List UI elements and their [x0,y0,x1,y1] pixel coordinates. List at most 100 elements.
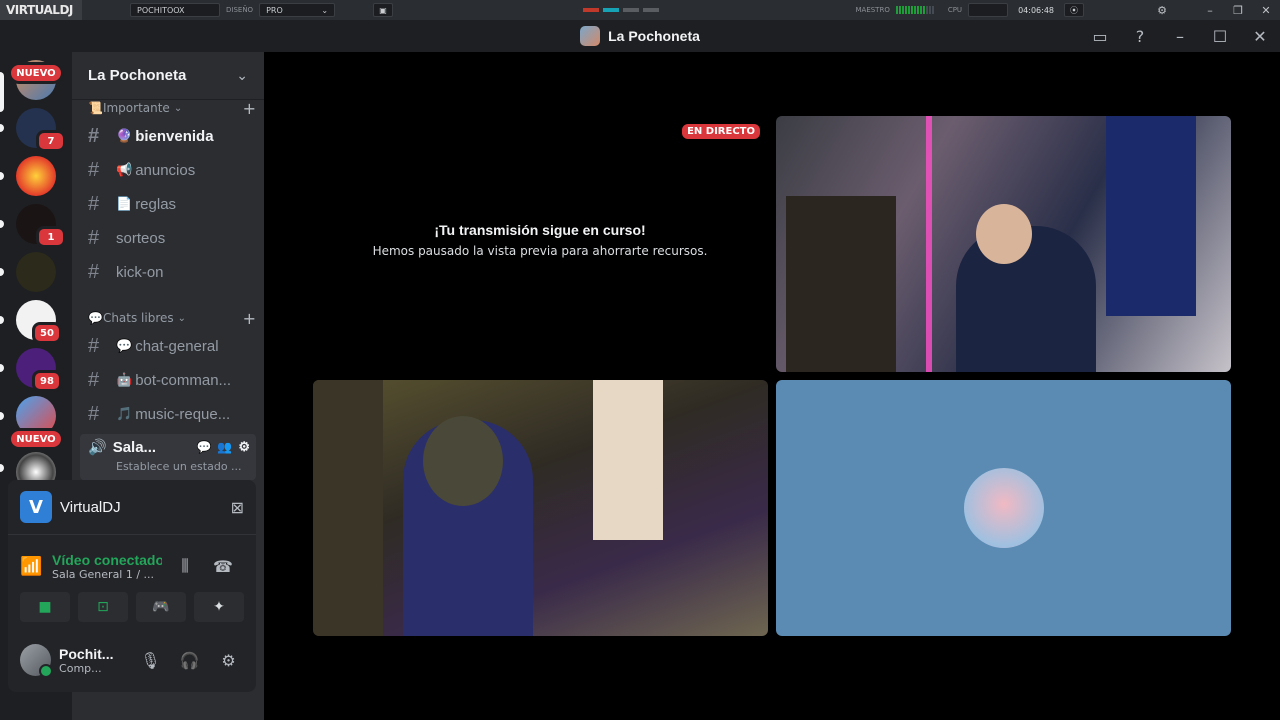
virtualdj-app-icon: V [20,491,52,523]
new-badge: NUEVO [8,62,64,84]
add-member-icon[interactable]: 👥 [217,440,232,454]
preview-subtitle: Hemos pausado la vista previa para ahorr… [372,244,708,258]
vdj-box-icon[interactable]: ▣ [373,3,394,17]
channel-name: sorteos [116,229,166,247]
voice-channel-status[interactable]: Establece un estado ... [80,460,256,473]
noise-suppression-icon[interactable]: ⫼ [170,556,200,576]
close-icon[interactable]: ✕ [1240,20,1280,52]
activities-button[interactable]: 🎮 [136,592,186,622]
add-channel-icon[interactable]: + [243,99,256,118]
vdj-user-box[interactable]: POCHITOOX [130,3,220,17]
channel-emoji: 🎵 [116,406,133,421]
channel-emoji: 💬 [116,338,133,353]
hash-icon: # [88,192,100,215]
connection-channel[interactable]: Sala General 1 / ... [52,568,162,581]
hash-icon: # [88,226,100,249]
avatar[interactable] [20,644,54,678]
server-selected-indicator [0,72,4,112]
camera-button[interactable]: ■ [20,592,70,622]
title-controls: ▭ ? – ☐ ✕ [1080,20,1280,52]
signal-icon[interactable]: 📶 [20,556,44,577]
stage-area: EN DIRECTO ¡Tu transmisión sigue en curs… [264,52,1280,720]
channel-name: chat-general [135,337,219,355]
virtualdj-logo: VIRTUALDJ [0,0,82,20]
chevron-down-icon: ⌄ [321,5,329,15]
category-label: 💬Chats libres [88,311,174,325]
bookshelf [313,380,383,636]
channel-emoji: 🤖 [116,372,133,387]
channel-reglas[interactable]: # 📄 reglas [80,188,256,220]
channel-sorteos[interactable]: # sorteos [80,222,256,254]
video-tile-3[interactable] [776,380,1231,636]
user-row: Pochit... Comp... 🎙 🎧 ⚙ [20,640,244,680]
virtualdj-toolbar: VIRTUALDJ POCHITOOX DISEÑO PRO ⌄ ▣ MAEST… [0,0,1280,20]
user-info[interactable]: Pochit... Comp... [59,646,127,675]
channel-name: kick-on [116,263,164,281]
category-chats-libres[interactable]: 💬Chats libres ⌄ + [88,308,256,328]
server-unread-indicator [0,316,4,324]
headphones-icon[interactable]: 🎧 [174,651,205,670]
vdj-design-select[interactable]: PRO ⌄ [259,3,336,17]
server-avatar-small [580,26,601,46]
chevron-down-icon: ⌄ [236,67,248,84]
vdj-record-icon[interactable]: ⦿ [1064,3,1084,17]
preview-message: ¡Tu transmisión sigue en curso! Hemos pa… [312,222,768,258]
server-unread-indicator [0,464,4,472]
guild-header[interactable]: La Pochoneta ⌄ [72,52,264,100]
voice-channel-sala-general[interactable]: 🔊 Sala... 💬 👥 ⚙ Establece un estado ... [80,434,256,480]
vdj-minimize-icon[interactable]: – [1196,4,1224,17]
server-unread-indicator [0,124,4,132]
server-icon-5[interactable] [16,252,56,292]
chat-bubble-icon[interactable]: 💬 [196,440,211,454]
vdj-close-icon[interactable]: ✕ [1252,4,1280,17]
stream-app-name: VirtualDJ [60,498,121,516]
channel-bienvenida[interactable]: # 🔮 bienvenida [80,120,256,152]
server-icon-3[interactable] [16,156,56,196]
vdj-settings-icon[interactable]: ⚙ [1148,4,1176,17]
soundboard-button[interactable]: ✦ [194,592,244,622]
channel-name: music-reque... [135,405,231,423]
video-tile-1[interactable] [776,116,1231,372]
user-area-panel: V VirtualDJ ⊠ 📶 Vídeo conectado Sala Gen… [8,480,256,692]
gear-icon[interactable]: ⚙ [238,439,256,455]
video-tile-2[interactable] [313,380,768,636]
voice-connection-panel: 📶 Vídeo conectado Sala General 1 / ... ⫼… [20,544,244,588]
channel-bot-commands[interactable]: # 🤖 bot-comman... [80,364,256,396]
channel-anuncios[interactable]: # 📢 anuncios [80,154,256,186]
guild-name: La Pochoneta [88,67,187,84]
server-badge: 1 [36,226,66,248]
channel-name: anuncios [135,161,196,179]
stop-streaming-icon[interactable]: ⊠ [231,498,244,517]
add-channel-icon[interactable]: + [243,309,256,328]
vdj-design-label: DISEÑO [226,6,254,14]
microphone-icon[interactable]: 🎙 [135,651,166,670]
connection-status: Vídeo conectado [52,551,162,568]
minimize-icon[interactable]: – [1160,20,1200,52]
title-center: La Pochoneta [580,26,700,46]
chevron-down-icon: ⌄ [177,312,187,324]
vdj-restore-icon[interactable]: ❐ [1224,4,1252,17]
channel-kick-on[interactable]: # kick-on [80,256,256,288]
person-head [976,204,1032,264]
disconnect-icon[interactable]: ☎ [208,557,238,576]
channel-name: bienvenida [135,127,214,145]
channel-name: reglas [135,195,177,213]
streaming-app: V VirtualDJ ⊠ [20,490,244,524]
hash-icon: # [88,402,100,425]
screen-share-icon[interactable]: ▭ [1080,20,1120,52]
stream-preview-tile[interactable]: EN DIRECTO ¡Tu transmisión sigue en curs… [312,116,768,372]
hash-icon: # [88,124,100,147]
camera-icon: ■ [38,599,52,615]
maximize-icon[interactable]: ☐ [1200,20,1240,52]
help-icon[interactable]: ? [1120,20,1160,52]
channel-music-requests[interactable]: # 🎵 music-reque... [80,398,256,430]
neon-light [926,116,932,372]
channel-chat-general[interactable]: # 💬 chat-general [80,330,256,362]
screen-share-button[interactable]: ⊡ [78,592,128,622]
soundboard-icon: ✦ [213,599,225,615]
gear-icon[interactable]: ⚙ [213,651,244,670]
avatar [964,468,1044,548]
server-unread-indicator [0,172,4,180]
category-importante[interactable]: 📜Importante ⌄ + [88,98,256,118]
voice-action-buttons: ■ ⊡ 🎮 ✦ [20,592,244,622]
